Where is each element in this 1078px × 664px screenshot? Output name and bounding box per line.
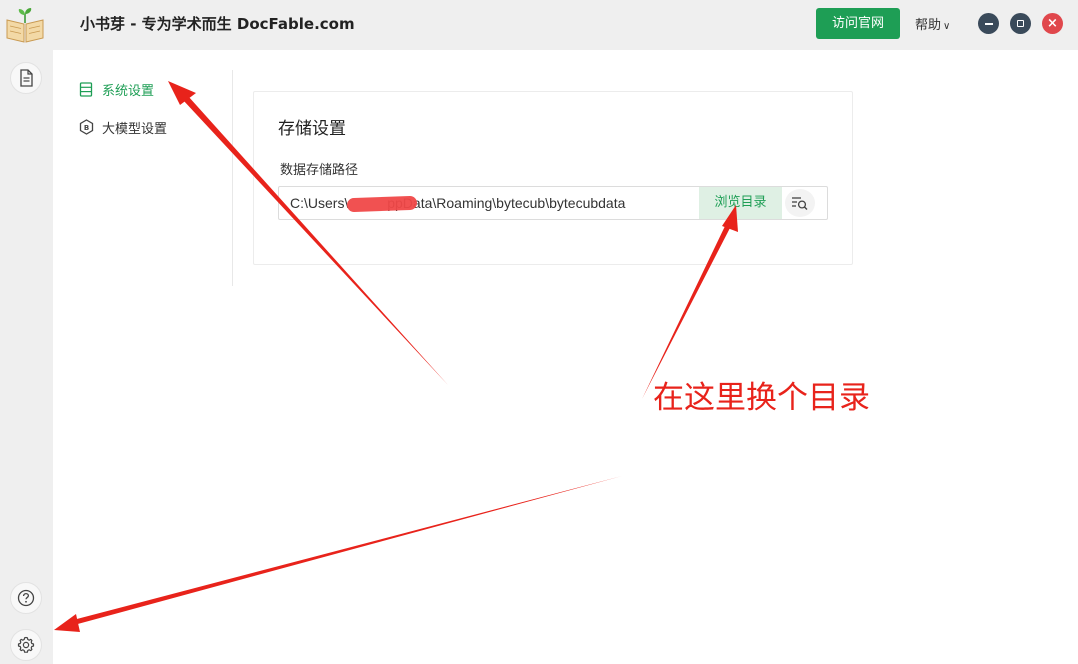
- document-icon: [20, 69, 33, 87]
- panel-title: 存储设置: [278, 119, 346, 139]
- left-sidebar: [0, 50, 53, 664]
- chevron-down-icon: ∨: [943, 21, 951, 32]
- list-icon: [78, 81, 94, 97]
- model-icon: B: [78, 119, 94, 135]
- minimize-icon: [984, 22, 993, 25]
- document-nav-button[interactable]: [10, 62, 42, 94]
- open-directory-button[interactable]: [785, 189, 815, 217]
- path-field: 浏览目录: [278, 186, 828, 220]
- menu-item-system-settings[interactable]: 系统设置: [78, 70, 232, 108]
- help-menu[interactable]: 帮助 ∨: [915, 14, 950, 33]
- title-bar: 小书芽 - 专为学术而生 DocFable.com 访问官网 帮助 ∨ ×: [0, 0, 1078, 50]
- storage-settings-panel: 存储设置 数据存储路径 浏览目录: [253, 91, 853, 265]
- menu-item-model-settings[interactable]: B 大模型设置: [78, 108, 232, 146]
- minimize-button[interactable]: [978, 13, 999, 34]
- browse-directory-button[interactable]: 浏览目录: [699, 187, 782, 219]
- settings-nav-button[interactable]: [10, 629, 42, 661]
- gear-icon: [17, 636, 35, 653]
- settings-menu: 系统设置 B 大模型设置: [78, 70, 233, 286]
- redaction-mark: [346, 195, 418, 213]
- close-button[interactable]: ×: [1042, 13, 1063, 34]
- app-title: 小书芽 - 专为学术而生 DocFable.com: [80, 15, 355, 33]
- help-nav-button[interactable]: [10, 582, 42, 614]
- visit-website-button[interactable]: 访问官网: [816, 8, 900, 39]
- menu-item-label: 系统设置: [102, 83, 155, 99]
- close-icon: ×: [1047, 16, 1058, 31]
- path-field-label: 数据存储路径: [280, 163, 359, 178]
- svg-text:B: B: [83, 124, 88, 132]
- app-logo: [4, 6, 46, 44]
- main-content: 系统设置 B 大模型设置 存储设置 数据存储路径 浏览目录: [53, 50, 1078, 664]
- annotation-text: 在这里换个目录: [653, 380, 870, 416]
- path-input[interactable]: [279, 187, 698, 219]
- list-search-icon: [792, 197, 808, 210]
- help-menu-label: 帮助: [915, 18, 942, 33]
- menu-item-label: 大模型设置: [102, 121, 168, 137]
- help-circle-icon: [17, 589, 35, 607]
- maximize-icon: [1017, 20, 1024, 27]
- maximize-button[interactable]: [1010, 13, 1031, 34]
